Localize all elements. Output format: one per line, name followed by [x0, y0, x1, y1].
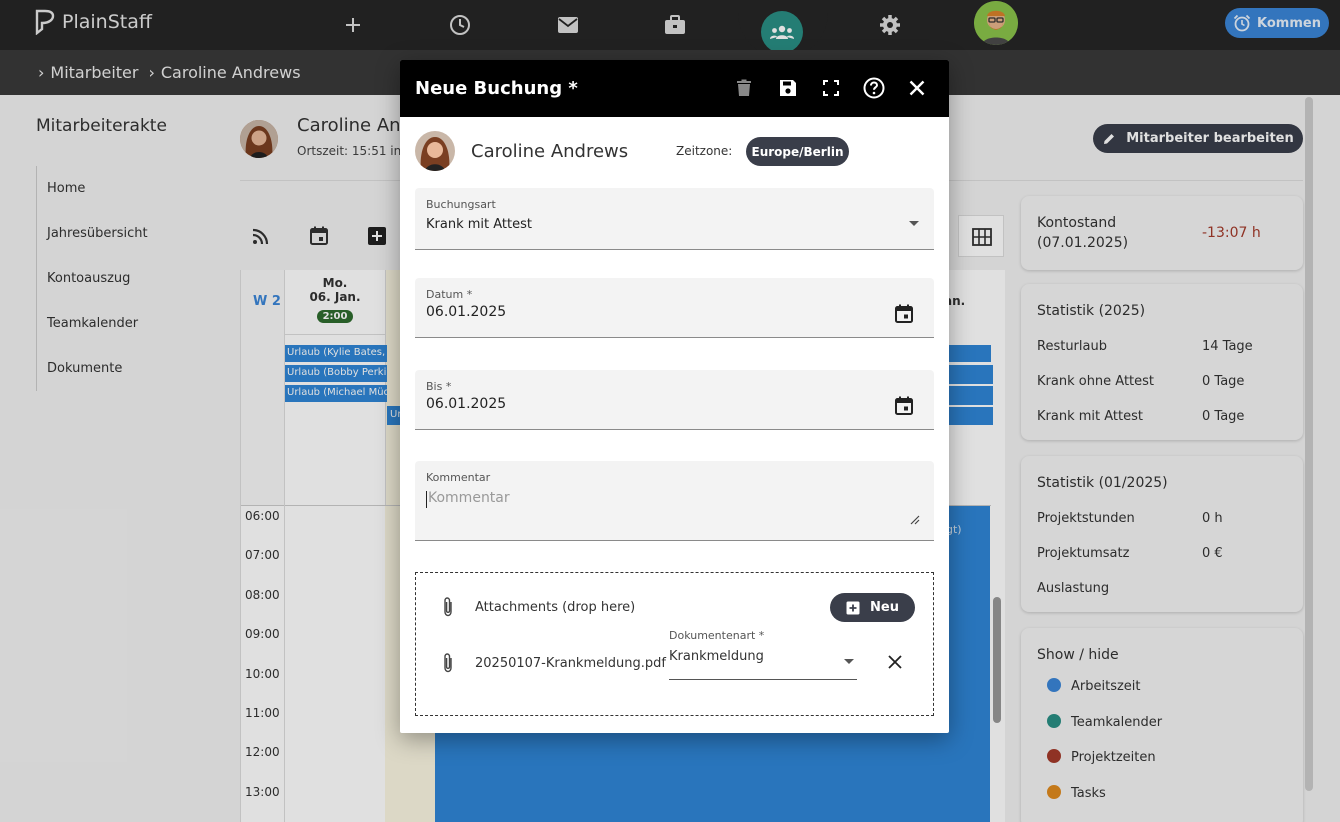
field-value: 06.01.2025 [426, 396, 507, 412]
timezone-label: Zeitzone: [676, 144, 733, 158]
document-type-select[interactable]: Dokumentenart * Krankmeldung [669, 629, 857, 680]
timezone-chip[interactable]: Europe/Berlin [746, 137, 849, 166]
dialog-employee-avatar [415, 131, 455, 171]
dialog-title: Neue Buchung * [415, 78, 578, 99]
paperclip-icon [444, 653, 452, 673]
end-date-field[interactable]: Bis * 06.01.2025 [415, 370, 934, 430]
field-value: 06.01.2025 [426, 304, 507, 320]
field-label: Dokumentenart * [669, 629, 765, 642]
help-icon[interactable] [862, 76, 886, 100]
booking-dialog: Neue Buchung * Caroline Andrews Zeitzone… [400, 60, 949, 733]
add-box-icon [846, 601, 860, 614]
attachments-dropzone[interactable]: Attachments (drop here) Neu 20250107-Kra… [415, 572, 934, 716]
field-value: Krankmeldung [669, 649, 764, 664]
text-cursor [426, 491, 427, 508]
comment-field[interactable]: Kommentar Kommentar [415, 461, 934, 541]
dropdown-arrow-icon [909, 221, 919, 226]
field-label: Buchungsart [426, 198, 496, 211]
field-label: Datum * [426, 288, 473, 301]
date-field[interactable]: Datum * 06.01.2025 [415, 278, 934, 338]
field-value: Krank mit Attest [426, 217, 532, 232]
comment-placeholder: Kommentar [428, 490, 510, 506]
booking-type-select[interactable]: Buchungsart Krank mit Attest [415, 188, 934, 250]
remove-attachment-icon[interactable] [888, 655, 902, 669]
close-icon[interactable] [905, 76, 929, 100]
new-attachment-button[interactable]: Neu [830, 593, 915, 622]
attachments-label: Attachments (drop here) [475, 600, 636, 615]
calendar-icon[interactable] [894, 304, 914, 324]
resize-handle-icon[interactable] [910, 515, 920, 525]
field-label: Kommentar [426, 471, 491, 484]
trash-icon[interactable] [732, 76, 756, 100]
new-attachment-label: Neu [870, 600, 899, 615]
dialog-employee-name: Caroline Andrews [471, 141, 629, 162]
fullscreen-icon[interactable] [819, 76, 843, 100]
field-label: Bis * [426, 380, 452, 393]
attachment-file-name[interactable]: 20250107-Krankmeldung.pdf [475, 656, 666, 671]
calendar-icon[interactable] [894, 396, 914, 416]
paperclip-icon [444, 597, 452, 617]
save-icon[interactable] [776, 76, 800, 100]
dialog-header: Neue Buchung * [400, 60, 949, 117]
dropdown-arrow-icon [844, 659, 854, 664]
